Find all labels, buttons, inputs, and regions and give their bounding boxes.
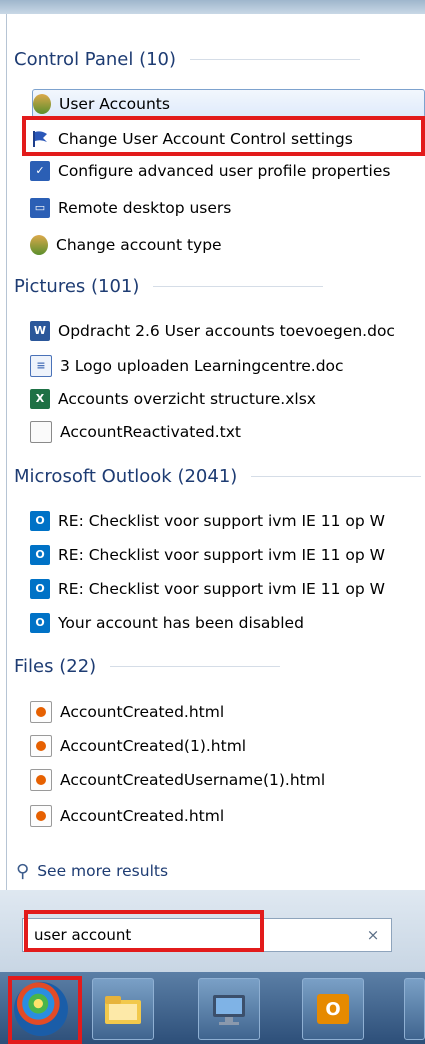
control-panel-icon: ✓ — [30, 160, 50, 181]
section-title: Control Panel (10) — [14, 48, 177, 70]
result-label: RE: Checklist voor support ivm IE 11 op … — [58, 545, 385, 564]
result-file-item[interactable]: AccountCreated.html — [30, 801, 425, 830]
start-menu-screen: Control Panel (10) User Accounts Change … — [0, 0, 425, 1044]
outlook-icon: O — [30, 612, 50, 633]
user-accounts-icon — [33, 93, 51, 114]
see-more-label: See more results — [37, 862, 169, 880]
result-configure-user-profile[interactable]: ✓ Configure advanced user profile proper… — [30, 156, 425, 185]
result-change-account-type[interactable]: Change account type — [30, 230, 425, 259]
section-divider — [190, 58, 361, 60]
result-file-item[interactable]: AccountCreatedUsername(1).html — [30, 765, 425, 794]
section-divider — [251, 475, 422, 477]
result-label: RE: Checklist voor support ivm IE 11 op … — [58, 511, 385, 530]
svg-text:O: O — [325, 999, 340, 1020]
result-file-item[interactable]: AccountCreated.html — [30, 697, 425, 726]
section-header-files[interactable]: Files (22) — [14, 652, 281, 680]
result-picture-item[interactable]: X Accounts overzicht structure.xlsx — [30, 384, 425, 413]
section-title: Pictures (101) — [14, 275, 140, 297]
see-more-results-link[interactable]: ⚲ See more results — [16, 858, 168, 884]
outlook-icon: O — [30, 578, 50, 599]
section-divider — [153, 285, 324, 287]
html-file-icon — [30, 768, 52, 791]
result-label: Configure advanced user profile properti… — [58, 161, 391, 180]
result-label: Opdracht 2.6 User accounts toevoegen.doc — [58, 321, 395, 340]
result-file-item[interactable]: AccountCreated(1).html — [30, 731, 425, 760]
result-label: Your account has been disabled — [58, 613, 304, 632]
result-outlook-item[interactable]: O RE: Checklist voor support ivm IE 11 o… — [30, 506, 425, 535]
section-title: Microsoft Outlook (2041) — [14, 465, 238, 487]
monitor-icon — [213, 995, 245, 1025]
taskbar-remote-desktop[interactable] — [198, 978, 260, 1040]
top-strip — [0, 0, 425, 14]
result-outlook-item[interactable]: O RE: Checklist voor support ivm IE 11 o… — [30, 540, 425, 569]
result-outlook-item[interactable]: O RE: Checklist voor support ivm IE 11 o… — [30, 574, 425, 603]
result-remote-desktop-users[interactable]: ▭ Remote desktop users — [30, 193, 425, 222]
remote-desktop-icon: ▭ — [30, 197, 50, 218]
folder-icon — [105, 996, 141, 1024]
user-accounts-icon — [30, 234, 48, 255]
html-file-icon — [30, 734, 52, 757]
outlook-icon: O — [30, 544, 50, 565]
html-file-icon — [30, 700, 52, 723]
section-header-outlook[interactable]: Microsoft Outlook (2041) — [14, 462, 422, 490]
taskbar-item-partial[interactable] — [404, 978, 425, 1040]
word-doc-icon: ≡ — [30, 354, 52, 377]
result-picture-item[interactable]: AccountReactivated.txt — [30, 417, 425, 446]
result-label: RE: Checklist voor support ivm IE 11 op … — [58, 579, 385, 598]
clear-search-icon[interactable]: × — [362, 923, 384, 947]
taskbar-file-explorer[interactable] — [92, 978, 154, 1040]
highlight-search-input — [24, 910, 264, 952]
excel-icon: X — [30, 388, 50, 409]
outlook-icon: O — [317, 994, 349, 1024]
result-label: AccountCreated(1).html — [60, 736, 247, 755]
section-title: Files (22) — [14, 655, 97, 677]
result-label: Change account type — [56, 235, 222, 254]
result-user-accounts[interactable]: User Accounts — [32, 89, 425, 118]
highlight-start-button — [8, 976, 82, 1044]
result-label: AccountReactivated.txt — [60, 422, 241, 441]
text-file-icon — [30, 420, 52, 443]
result-label: Remote desktop users — [58, 198, 232, 217]
html-file-icon — [30, 804, 52, 827]
result-label: 3 Logo uploaden Learningcentre.doc — [60, 356, 344, 375]
result-label: AccountCreated.html — [60, 806, 225, 825]
section-header-pictures[interactable]: Pictures (101) — [14, 272, 324, 300]
result-label: AccountCreated.html — [60, 702, 225, 721]
section-header-control-panel[interactable]: Control Panel (10) — [14, 45, 361, 73]
result-picture-item[interactable]: ≡ 3 Logo uploaden Learningcentre.doc — [30, 351, 425, 380]
result-label: User Accounts — [59, 94, 170, 113]
result-picture-item[interactable]: W Opdracht 2.6 User accounts toevoegen.d… — [30, 316, 425, 345]
section-divider — [110, 665, 281, 667]
outlook-icon: O — [30, 510, 50, 531]
result-label: Accounts overzicht structure.xlsx — [58, 389, 316, 408]
word-icon: W — [30, 320, 50, 341]
highlight-uac-result — [22, 116, 425, 156]
result-label: AccountCreatedUsername(1).html — [60, 770, 326, 789]
search-icon: ⚲ — [16, 860, 30, 882]
taskbar-outlook[interactable]: O — [302, 978, 364, 1040]
result-outlook-item[interactable]: O Your account has been disabled — [30, 608, 425, 637]
